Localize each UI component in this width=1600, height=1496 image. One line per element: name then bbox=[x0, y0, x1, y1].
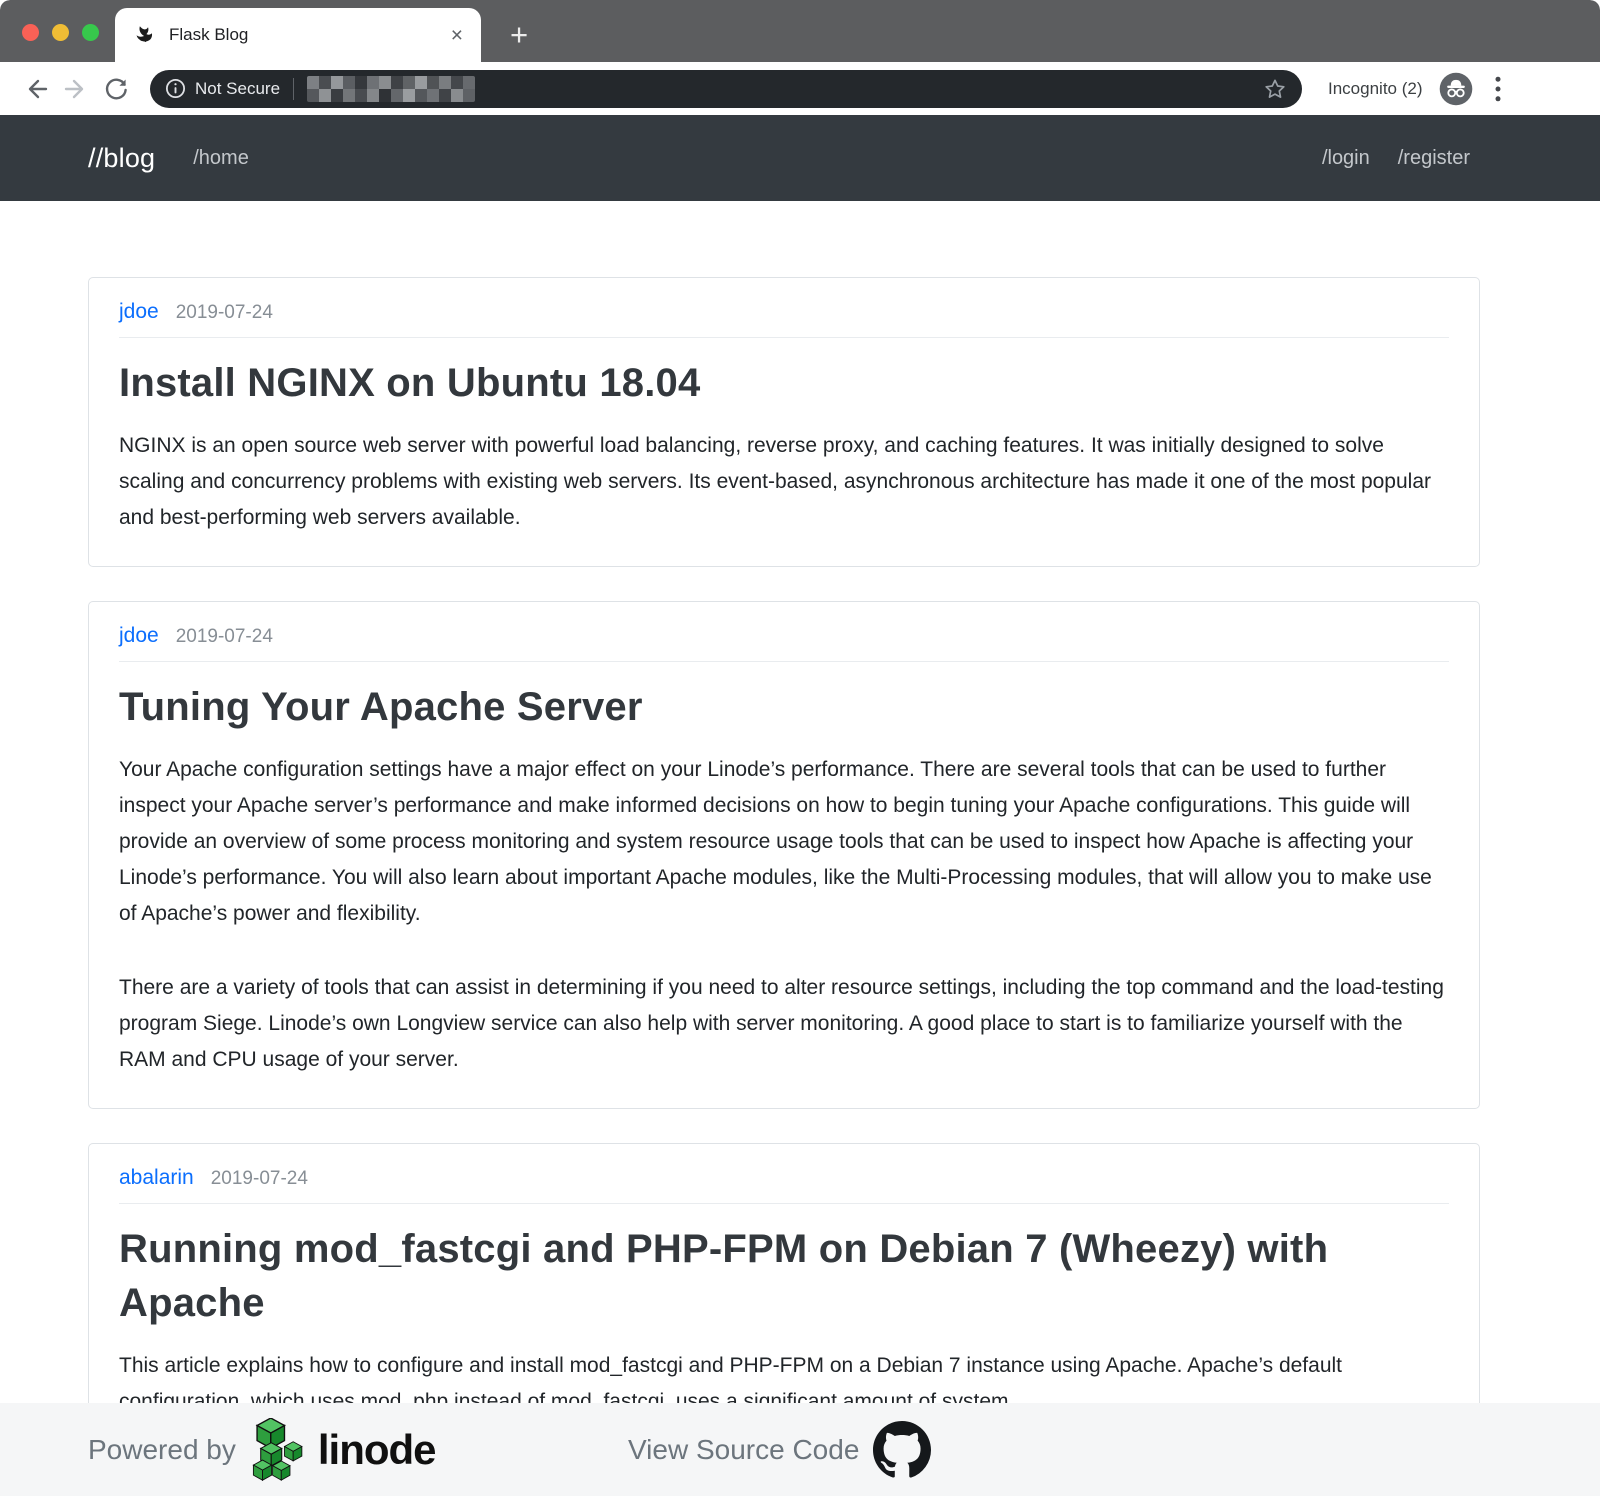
post-date: 2019-07-24 bbox=[211, 1168, 308, 1190]
linode-wordmark: linode bbox=[318, 1426, 436, 1474]
new-tab-button[interactable]: + bbox=[496, 12, 542, 58]
linode-cubes-icon bbox=[248, 1418, 310, 1482]
post-body: Your Apache configuration settings have … bbox=[119, 752, 1449, 1078]
incognito-label: Incognito (2) bbox=[1328, 79, 1423, 99]
powered-by-label: Powered by bbox=[88, 1434, 236, 1466]
zoom-window-button[interactable] bbox=[82, 24, 99, 41]
browser-menu-icon[interactable] bbox=[1495, 76, 1501, 102]
meta-divider bbox=[119, 337, 1449, 338]
view-source-link[interactable]: View Source Code bbox=[628, 1434, 859, 1466]
post-paragraph: There are a variety of tools that can as… bbox=[119, 970, 1449, 1078]
favicon-flask-icon bbox=[133, 24, 155, 46]
linode-logo[interactable]: linode bbox=[248, 1418, 436, 1482]
tab-strip: Flask Blog × + bbox=[0, 0, 1600, 62]
tab-title: Flask Blog bbox=[169, 25, 248, 45]
browser-tab[interactable]: Flask Blog × bbox=[115, 8, 481, 62]
meta-divider bbox=[119, 1203, 1449, 1204]
browser-toolbar: Not Secure Incognito (2) bbox=[0, 62, 1600, 115]
url-redacted bbox=[307, 76, 475, 102]
window-controls bbox=[22, 24, 99, 41]
post-body: This article explains how to configure a… bbox=[119, 1348, 1449, 1403]
author-link[interactable]: jdoe bbox=[119, 624, 159, 648]
post-paragraph: This article explains how to configure a… bbox=[119, 1348, 1449, 1403]
post-meta: jdoe 2019-07-24 bbox=[119, 300, 1449, 324]
toolbar-right: Incognito (2) bbox=[1328, 72, 1501, 106]
site-info-icon[interactable] bbox=[165, 78, 186, 99]
post-list: jdoe 2019-07-24 Install NGINX on Ubuntu … bbox=[0, 201, 1600, 1403]
back-icon[interactable] bbox=[16, 69, 56, 109]
browser-window: Flask Blog × + Not Sec bbox=[0, 0, 1600, 1496]
close-window-button[interactable] bbox=[22, 24, 39, 41]
post-card: jdoe 2019-07-24 Tuning Your Apache Serve… bbox=[88, 601, 1480, 1109]
post-title: Tuning Your Apache Server bbox=[119, 680, 1449, 734]
post-card: abalarin 2019-07-24 Running mod_fastcgi … bbox=[88, 1143, 1480, 1403]
post-date: 2019-07-24 bbox=[176, 626, 273, 648]
navbar-brand[interactable]: //blog bbox=[88, 143, 155, 174]
post-date: 2019-07-24 bbox=[176, 302, 273, 324]
post-paragraph: NGINX is an open source web server with … bbox=[119, 428, 1449, 536]
minimize-window-button[interactable] bbox=[52, 24, 69, 41]
meta-divider bbox=[119, 661, 1449, 662]
post-title: Running mod_fastcgi and PHP-FPM on Debia… bbox=[119, 1222, 1369, 1330]
page-footer: Powered by bbox=[0, 1403, 1600, 1496]
post-meta: jdoe 2019-07-24 bbox=[119, 624, 1449, 648]
site-navbar: //blog /home /login /register bbox=[0, 115, 1600, 201]
nav-link-register[interactable]: /register bbox=[1398, 147, 1470, 170]
post-paragraph: Your Apache configuration settings have … bbox=[119, 752, 1449, 932]
post-title: Install NGINX on Ubuntu 18.04 bbox=[119, 356, 1449, 410]
security-label: Not Secure bbox=[195, 79, 280, 99]
nav-link-home[interactable]: /home bbox=[193, 147, 249, 170]
post-body: NGINX is an open source web server with … bbox=[119, 428, 1449, 536]
tab-close-icon[interactable]: × bbox=[451, 25, 463, 46]
author-link[interactable]: abalarin bbox=[119, 1166, 194, 1190]
nav-link-login[interactable]: /login bbox=[1322, 147, 1370, 170]
incognito-icon bbox=[1439, 72, 1473, 106]
address-bar[interactable]: Not Secure bbox=[150, 70, 1302, 108]
github-icon[interactable] bbox=[873, 1421, 931, 1479]
forward-icon[interactable] bbox=[56, 69, 96, 109]
bookmark-star-icon[interactable] bbox=[1263, 77, 1287, 101]
reload-icon[interactable] bbox=[96, 69, 136, 109]
omnibox-divider bbox=[293, 78, 294, 100]
author-link[interactable]: jdoe bbox=[119, 300, 159, 324]
post-card: jdoe 2019-07-24 Install NGINX on Ubuntu … bbox=[88, 277, 1480, 567]
post-meta: abalarin 2019-07-24 bbox=[119, 1166, 1449, 1190]
